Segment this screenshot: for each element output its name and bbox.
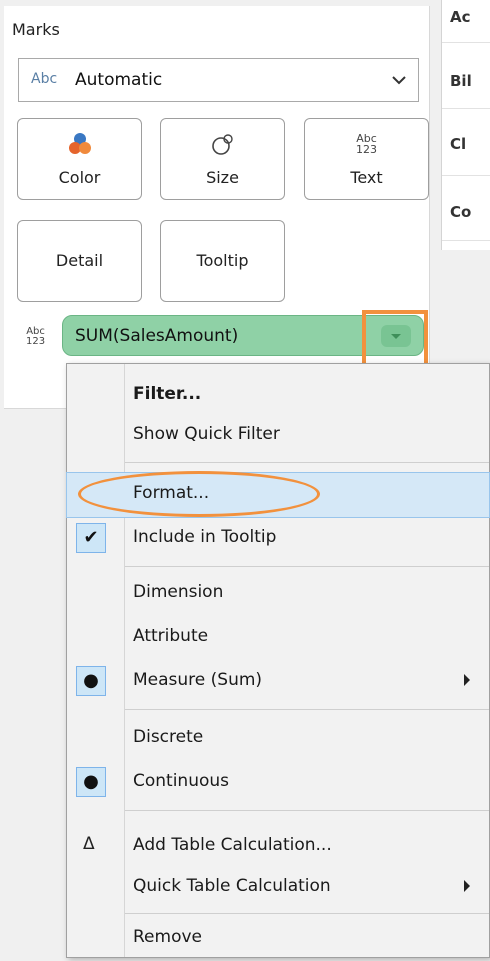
menu-item-discrete[interactable]: Discrete [67, 717, 489, 761]
submenu-arrow-icon [464, 880, 470, 892]
menu-item-measure[interactable]: ● Measure (Sum) [67, 660, 489, 704]
color-button[interactable]: Color [17, 118, 142, 200]
menu-item-filter[interactable]: Filter... [67, 374, 489, 418]
menu-item-label: Filter... [133, 384, 202, 404]
tooltip-button[interactable]: Tooltip [160, 220, 285, 302]
divider [442, 175, 490, 176]
text-button[interactable]: Abc 123 Text [304, 118, 429, 200]
menu-item-label: Format... [133, 483, 210, 503]
menu-separator [125, 566, 489, 567]
menu-item-attribute[interactable]: Attribute [67, 616, 489, 660]
fields-panel-partial: Ac Bil Cl Co [441, 0, 490, 250]
menu-item-remove[interactable]: Remove [67, 917, 489, 961]
divider [442, 240, 490, 241]
color-button-label: Color [58, 168, 101, 187]
mark-type-dropdown[interactable]: Abc Automatic [18, 58, 419, 102]
bullet-icon: ● [76, 767, 106, 797]
field-item[interactable]: Cl [450, 135, 490, 153]
menu-item-label: Attribute [133, 626, 209, 646]
context-menu: Filter... Show Quick Filter Format... ✔ … [66, 363, 490, 958]
menu-separator [125, 462, 489, 463]
menu-item-label: Include in Tooltip [133, 527, 277, 547]
marks-title: Marks [12, 20, 60, 39]
abc-icon: Abc [31, 71, 58, 87]
menu-separator [125, 810, 489, 811]
submenu-arrow-icon [464, 674, 470, 686]
pill-type-icon: Abc 123 [26, 326, 46, 347]
menu-item-continuous[interactable]: ● Continuous [67, 761, 489, 805]
text-button-label: Text [350, 168, 383, 187]
menu-item-label: Add Table Calculation... [133, 835, 332, 855]
divider [442, 42, 490, 43]
menu-separator [125, 709, 489, 710]
size-icon [211, 134, 233, 155]
field-item[interactable]: Ac [450, 8, 490, 26]
highlight-box [362, 310, 428, 370]
menu-item-show-quick-filter[interactable]: Show Quick Filter [67, 414, 489, 458]
abc-123-icon: Abc 123 [356, 132, 377, 156]
menu-item-label: Remove [133, 927, 202, 947]
menu-item-label: Measure (Sum) [133, 670, 263, 690]
divider [442, 108, 490, 109]
menu-item-label: Continuous [133, 771, 230, 791]
pill-label: SUM(SalesAmount) [75, 326, 239, 346]
field-item[interactable]: Co [450, 203, 490, 221]
menu-separator [125, 913, 489, 914]
menu-item-label: Show Quick Filter [133, 424, 280, 444]
menu-item-label: Quick Table Calculation [133, 876, 331, 896]
size-button[interactable]: Size [160, 118, 285, 200]
bullet-icon: ● [76, 666, 106, 696]
color-icon [68, 133, 91, 154]
menu-item-include-in-tooltip[interactable]: ✔ Include in Tooltip [67, 517, 489, 561]
field-item[interactable]: Bil [450, 72, 490, 90]
menu-item-add-table-calculation[interactable]: Δ Add Table Calculation... [67, 825, 489, 869]
mark-type-value: Automatic [75, 70, 163, 90]
menu-item-quick-table-calculation[interactable]: Quick Table Calculation [67, 866, 489, 910]
menu-item-label: Dimension [133, 582, 224, 602]
checkmark-icon: ✔ [76, 523, 106, 553]
detail-button-label: Detail [55, 251, 104, 270]
delta-icon: Δ [83, 834, 95, 854]
menu-item-label: Discrete [133, 727, 204, 747]
chevron-down-icon [392, 76, 406, 85]
menu-item-format[interactable]: Format... [66, 472, 490, 518]
detail-button[interactable]: Detail [17, 220, 142, 302]
menu-item-dimension[interactable]: Dimension [67, 572, 489, 616]
tooltip-button-label: Tooltip [196, 251, 249, 270]
size-button-label: Size [206, 168, 239, 187]
